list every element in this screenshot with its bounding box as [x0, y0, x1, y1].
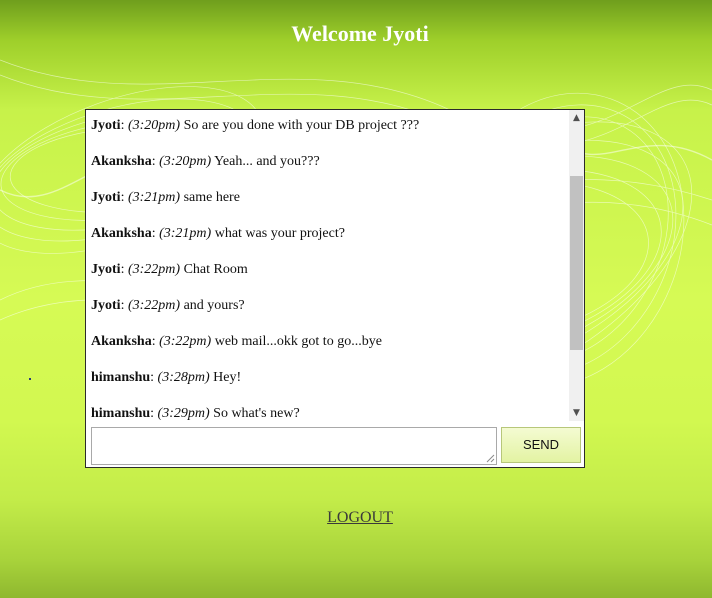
message-user: Akanksha: [91, 334, 152, 349]
page-title: Welcome Jyoti: [291, 21, 429, 46]
message-item: Jyoti: (3:21pm) same here: [91, 190, 240, 206]
message-text: same here: [180, 190, 240, 205]
message-text: Chat Room: [180, 262, 248, 277]
message-text: Yeah... and you???: [211, 154, 320, 169]
message-time: (3:28pm): [157, 370, 210, 385]
message-time: (3:22pm): [127, 298, 181, 313]
message-user: Akanksha: [91, 226, 152, 241]
message-separator: :: [151, 154, 160, 169]
scrollbar-thumb[interactable]: [570, 176, 583, 350]
message-text: So are you done with your DB project ???: [180, 118, 420, 133]
chevron-down-icon[interactable]: ▼: [569, 405, 584, 421]
message-user: himanshu: [91, 406, 151, 421]
stray-dot: [29, 378, 31, 380]
message-item: Akanksha: (3:20pm) Yeah... and you???: [91, 154, 320, 170]
message-time: (3:21pm): [127, 190, 181, 205]
message-list[interactable]: Jyoti: (3:20pm) So are you done with you…: [86, 110, 569, 423]
message-separator: :: [120, 298, 128, 313]
send-button[interactable]: SEND: [501, 427, 581, 463]
logout-link[interactable]: LOGOUT: [327, 509, 393, 526]
message-separator: :: [151, 226, 160, 241]
message-separator: :: [120, 262, 128, 277]
message-time: (3:20pm): [127, 118, 181, 133]
message-time: (3:20pm): [159, 154, 212, 169]
message-time: (3:22pm): [127, 262, 181, 277]
message-text: So what's new?: [209, 406, 300, 421]
message-text: Hey!: [209, 370, 242, 385]
message-separator: :: [120, 190, 128, 205]
message-item: himanshu: (3:29pm) So what's new?: [91, 406, 300, 422]
message-user: Jyoti: [91, 190, 121, 205]
message-scrollbar[interactable]: ▲ ▼: [569, 110, 584, 421]
message-user: Jyoti: [91, 298, 121, 313]
message-user: Jyoti: [91, 118, 121, 133]
message-user: Akanksha: [91, 154, 152, 169]
message-item: Jyoti: (3:22pm) Chat Room: [91, 262, 248, 278]
message-separator: :: [150, 370, 158, 385]
compose-area: SEND: [86, 423, 584, 467]
message-user: himanshu: [91, 370, 151, 385]
message-separator: :: [150, 406, 158, 421]
message-separator: :: [120, 118, 128, 133]
message-text: and yours?: [180, 298, 245, 313]
message-item: Akanksha: (3:21pm) what was your project…: [91, 226, 345, 242]
message-item: Jyoti: (3:20pm) So are you done with you…: [91, 118, 419, 134]
message-text: what was your project?: [211, 226, 345, 241]
message-time: (3:21pm): [159, 226, 212, 241]
message-time: (3:29pm): [157, 406, 210, 421]
chevron-up-icon[interactable]: ▲: [569, 110, 584, 126]
message-user: Jyoti: [91, 262, 121, 277]
chat-box: Jyoti: (3:20pm) So are you done with you…: [85, 109, 585, 468]
message-time: (3:22pm): [159, 334, 212, 349]
message-item: himanshu: (3:28pm) Hey!: [91, 370, 241, 386]
logout-container: LOGOUT: [0, 509, 712, 527]
message-item: Jyoti: (3:22pm) and yours?: [91, 298, 245, 314]
message-input[interactable]: [91, 427, 497, 465]
message-text: web mail...okk got to go...bye: [211, 334, 382, 349]
message-separator: :: [151, 334, 160, 349]
message-item: Akanksha: (3:22pm) web mail...okk got to…: [91, 334, 382, 350]
